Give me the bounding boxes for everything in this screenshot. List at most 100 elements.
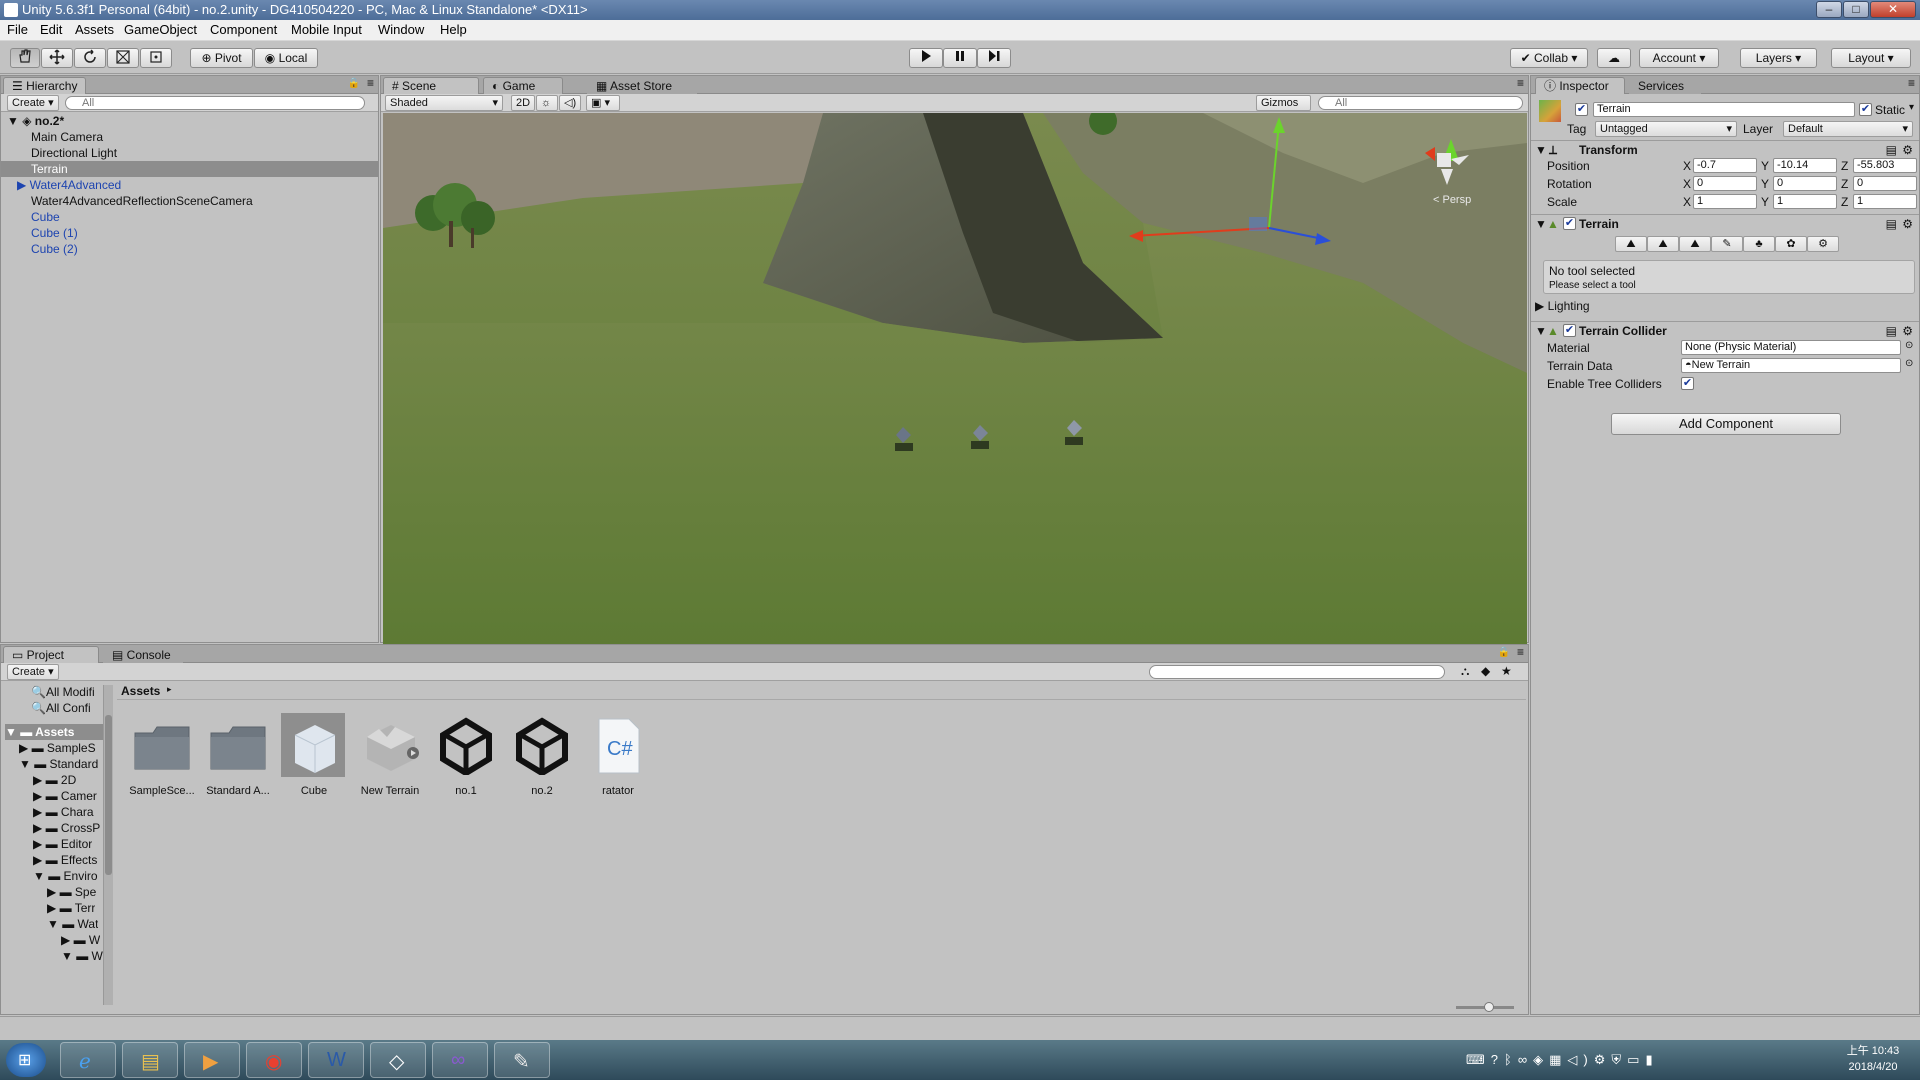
maximize-button[interactable]: □	[1843, 1, 1869, 18]
paint-height-tool[interactable]: ⛰	[1647, 236, 1679, 252]
position-z-field[interactable]: -55.803	[1853, 158, 1917, 173]
layers-dropdown[interactable]: Layers ▾	[1740, 48, 1817, 68]
tray-bluetooth-icon[interactable]: ᛒ	[1504, 1052, 1518, 1067]
filter-by-label-icon[interactable]: ◆	[1481, 664, 1490, 678]
tree-item-environment[interactable]: ▼ ▬ Enviro	[33, 868, 98, 884]
start-button[interactable]: ⊞	[6, 1043, 46, 1077]
menu-gameobject[interactable]: GameObject	[124, 22, 197, 37]
menu-edit[interactable]: Edit	[40, 22, 62, 37]
panel-menu-icon[interactable]: ≡	[1517, 76, 1524, 90]
taskbar-app[interactable]: ✎	[494, 1042, 550, 1078]
rotation-y-field[interactable]: 0	[1773, 176, 1837, 191]
pivot-toggle[interactable]: ⊕ Pivot	[190, 48, 253, 68]
tree-item-editor[interactable]: ▶ ▬ Editor	[33, 836, 92, 852]
favorite-all-modified[interactable]: 🔍All Modifi	[31, 684, 95, 700]
panel-menu-icon[interactable]: ≡	[1908, 76, 1915, 90]
tray-battery-icon[interactable]: ▮	[1645, 1052, 1658, 1067]
smooth-height-tool[interactable]: ⛰	[1679, 236, 1711, 252]
taskbar-app[interactable]: ▤	[122, 1042, 178, 1078]
scale-z-field[interactable]: 1	[1853, 194, 1917, 209]
tree-item-assets[interactable]: ▼ ▬ Assets	[5, 724, 105, 740]
active-checkbox[interactable]: ✔	[1575, 103, 1588, 116]
tree-colliders-checkbox[interactable]: ✔	[1681, 377, 1694, 390]
tray-settings-icon[interactable]: ⚙	[1594, 1052, 1612, 1067]
tray-network-icon[interactable]: ▦	[1549, 1052, 1567, 1067]
help-book-icon[interactable]: ▤	[1886, 141, 1897, 159]
tab-asset-store[interactable]: ▦ Asset Store	[587, 77, 697, 94]
favorite-star-icon[interactable]: ★	[1501, 664, 1512, 678]
tab-project[interactable]: ▭ Project	[3, 646, 99, 663]
tray-monitor-icon[interactable]: ▭	[1627, 1052, 1645, 1067]
account-dropdown[interactable]: Account ▾	[1639, 48, 1719, 68]
collapse-arrow-icon[interactable]: ▼	[1535, 322, 1547, 340]
icon-size-slider-thumb[interactable]	[1484, 1002, 1494, 1012]
collider-enabled-checkbox[interactable]: ✔	[1563, 324, 1576, 337]
object-picker-icon[interactable]: ⊙	[1905, 358, 1913, 369]
tree-scrollbar-thumb[interactable]	[105, 715, 112, 875]
menu-component[interactable]: Component	[210, 22, 277, 37]
shading-mode-dropdown[interactable]: Shaded ▾	[385, 95, 503, 111]
asset-scene-no1[interactable]: no.1	[431, 715, 501, 797]
object-name-field[interactable]: Terrain	[1593, 102, 1855, 117]
transform-header[interactable]: ▼ ⟂ Transform ▤ ⚙	[1531, 140, 1919, 158]
close-button[interactable]: ✕	[1870, 1, 1916, 18]
tree-item-samplescenes[interactable]: ▶ ▬ SampleS	[19, 740, 96, 756]
terrain-component-header[interactable]: ▼ ▲ ✔ Terrain ▤ ⚙	[1531, 214, 1919, 232]
asset-ratator-script[interactable]: C# ratator	[583, 715, 653, 797]
position-x-field[interactable]: -0.7	[1693, 158, 1757, 173]
physic-material-field[interactable]: None (Physic Material)	[1681, 340, 1901, 355]
scene-root-row[interactable]: ▼ ◈ no.2*	[1, 113, 378, 129]
asset-samplescenes-folder[interactable]: SampleSce...	[127, 715, 197, 797]
rotation-x-field[interactable]: 0	[1693, 176, 1757, 191]
hierarchy-create-button[interactable]: Create ▾	[7, 95, 59, 111]
tree-item-crossplatform[interactable]: ▶ ▬ CrossP	[33, 820, 100, 836]
scale-tool-button[interactable]	[107, 48, 139, 68]
terrain-settings-tool[interactable]: ⚙	[1807, 236, 1839, 252]
audio-toggle[interactable]: ◁)	[559, 95, 581, 111]
taskbar-clock[interactable]: 上午 10:43 2018/4/20	[1830, 1043, 1916, 1075]
lighting-foldout[interactable]: ▶ Lighting	[1535, 299, 1590, 313]
tray-help-icon[interactable]: ?	[1491, 1052, 1504, 1067]
add-component-button[interactable]: Add Component	[1611, 413, 1841, 435]
component-gear-icon[interactable]: ⚙	[1902, 322, 1913, 340]
tree-item-water-sub-1[interactable]: ▶ ▬ W	[61, 932, 100, 948]
taskbar-app[interactable]: ▶	[184, 1042, 240, 1078]
taskbar-app[interactable]: ℯ	[60, 1042, 116, 1078]
menu-assets[interactable]: Assets	[75, 22, 114, 37]
menu-help[interactable]: Help	[440, 22, 467, 37]
scale-y-field[interactable]: 1	[1773, 194, 1837, 209]
effects-dropdown[interactable]: ▣ ▾	[586, 95, 620, 111]
hierarchy-item-reflection-camera[interactable]: Water4AdvancedReflectionSceneCamera	[1, 193, 378, 209]
expand-arrow-icon[interactable]: ▶	[17, 178, 30, 192]
scale-x-field[interactable]: 1	[1693, 194, 1757, 209]
tree-item-water-sub-2[interactable]: ▼ ▬ W	[61, 948, 103, 964]
tray-security-icon[interactable]: ◈	[1533, 1052, 1549, 1067]
menu-mobile-input[interactable]: Mobile Input	[291, 22, 362, 37]
pause-button[interactable]	[943, 48, 977, 68]
gizmos-dropdown[interactable]: Gizmos ▾	[1256, 95, 1311, 123]
play-button[interactable]	[909, 48, 943, 68]
panel-menu-icon[interactable]: ≡	[1517, 645, 1524, 659]
collapse-arrow-icon[interactable]: ▼	[1535, 141, 1547, 159]
scene-viewport[interactable]: < Persp	[383, 113, 1527, 647]
paint-texture-tool[interactable]: ✎	[1711, 236, 1743, 252]
hierarchy-item-directional-light[interactable]: Directional Light	[1, 145, 378, 161]
scene-search-input[interactable]: All	[1318, 96, 1523, 110]
collab-dropdown[interactable]: ✔ Collab ▾	[1510, 48, 1588, 68]
terrain-collider-header[interactable]: ▼ ▲ ✔ Terrain Collider ▤ ⚙	[1531, 321, 1919, 339]
hierarchy-search-input[interactable]: All	[65, 96, 365, 110]
hierarchy-item-water4advanced[interactable]: ▶ Water4Advanced	[1, 177, 378, 193]
tree-scrollbar[interactable]	[103, 685, 113, 1005]
persp-label[interactable]: < Persp	[1433, 194, 1471, 206]
favorite-all-conflicted[interactable]: 🔍All Confi	[31, 700, 91, 716]
tab-inspector[interactable]: ⓘ Inspector	[1535, 77, 1625, 94]
asset-new-terrain[interactable]: New Terrain	[355, 715, 425, 797]
place-trees-tool[interactable]: ♣	[1743, 236, 1775, 252]
tag-dropdown[interactable]: Untagged ▾	[1595, 121, 1737, 137]
tray-shield-icon[interactable]: ⛨	[1611, 1052, 1627, 1067]
tray-keyboard-icon[interactable]: ⌨	[1466, 1052, 1491, 1067]
static-dropdown-icon[interactable]: ▾	[1909, 102, 1914, 113]
help-book-icon[interactable]: ▤	[1886, 322, 1897, 340]
minimize-button[interactable]: –	[1816, 1, 1842, 18]
hierarchy-item-main-camera[interactable]: Main Camera	[1, 129, 378, 145]
